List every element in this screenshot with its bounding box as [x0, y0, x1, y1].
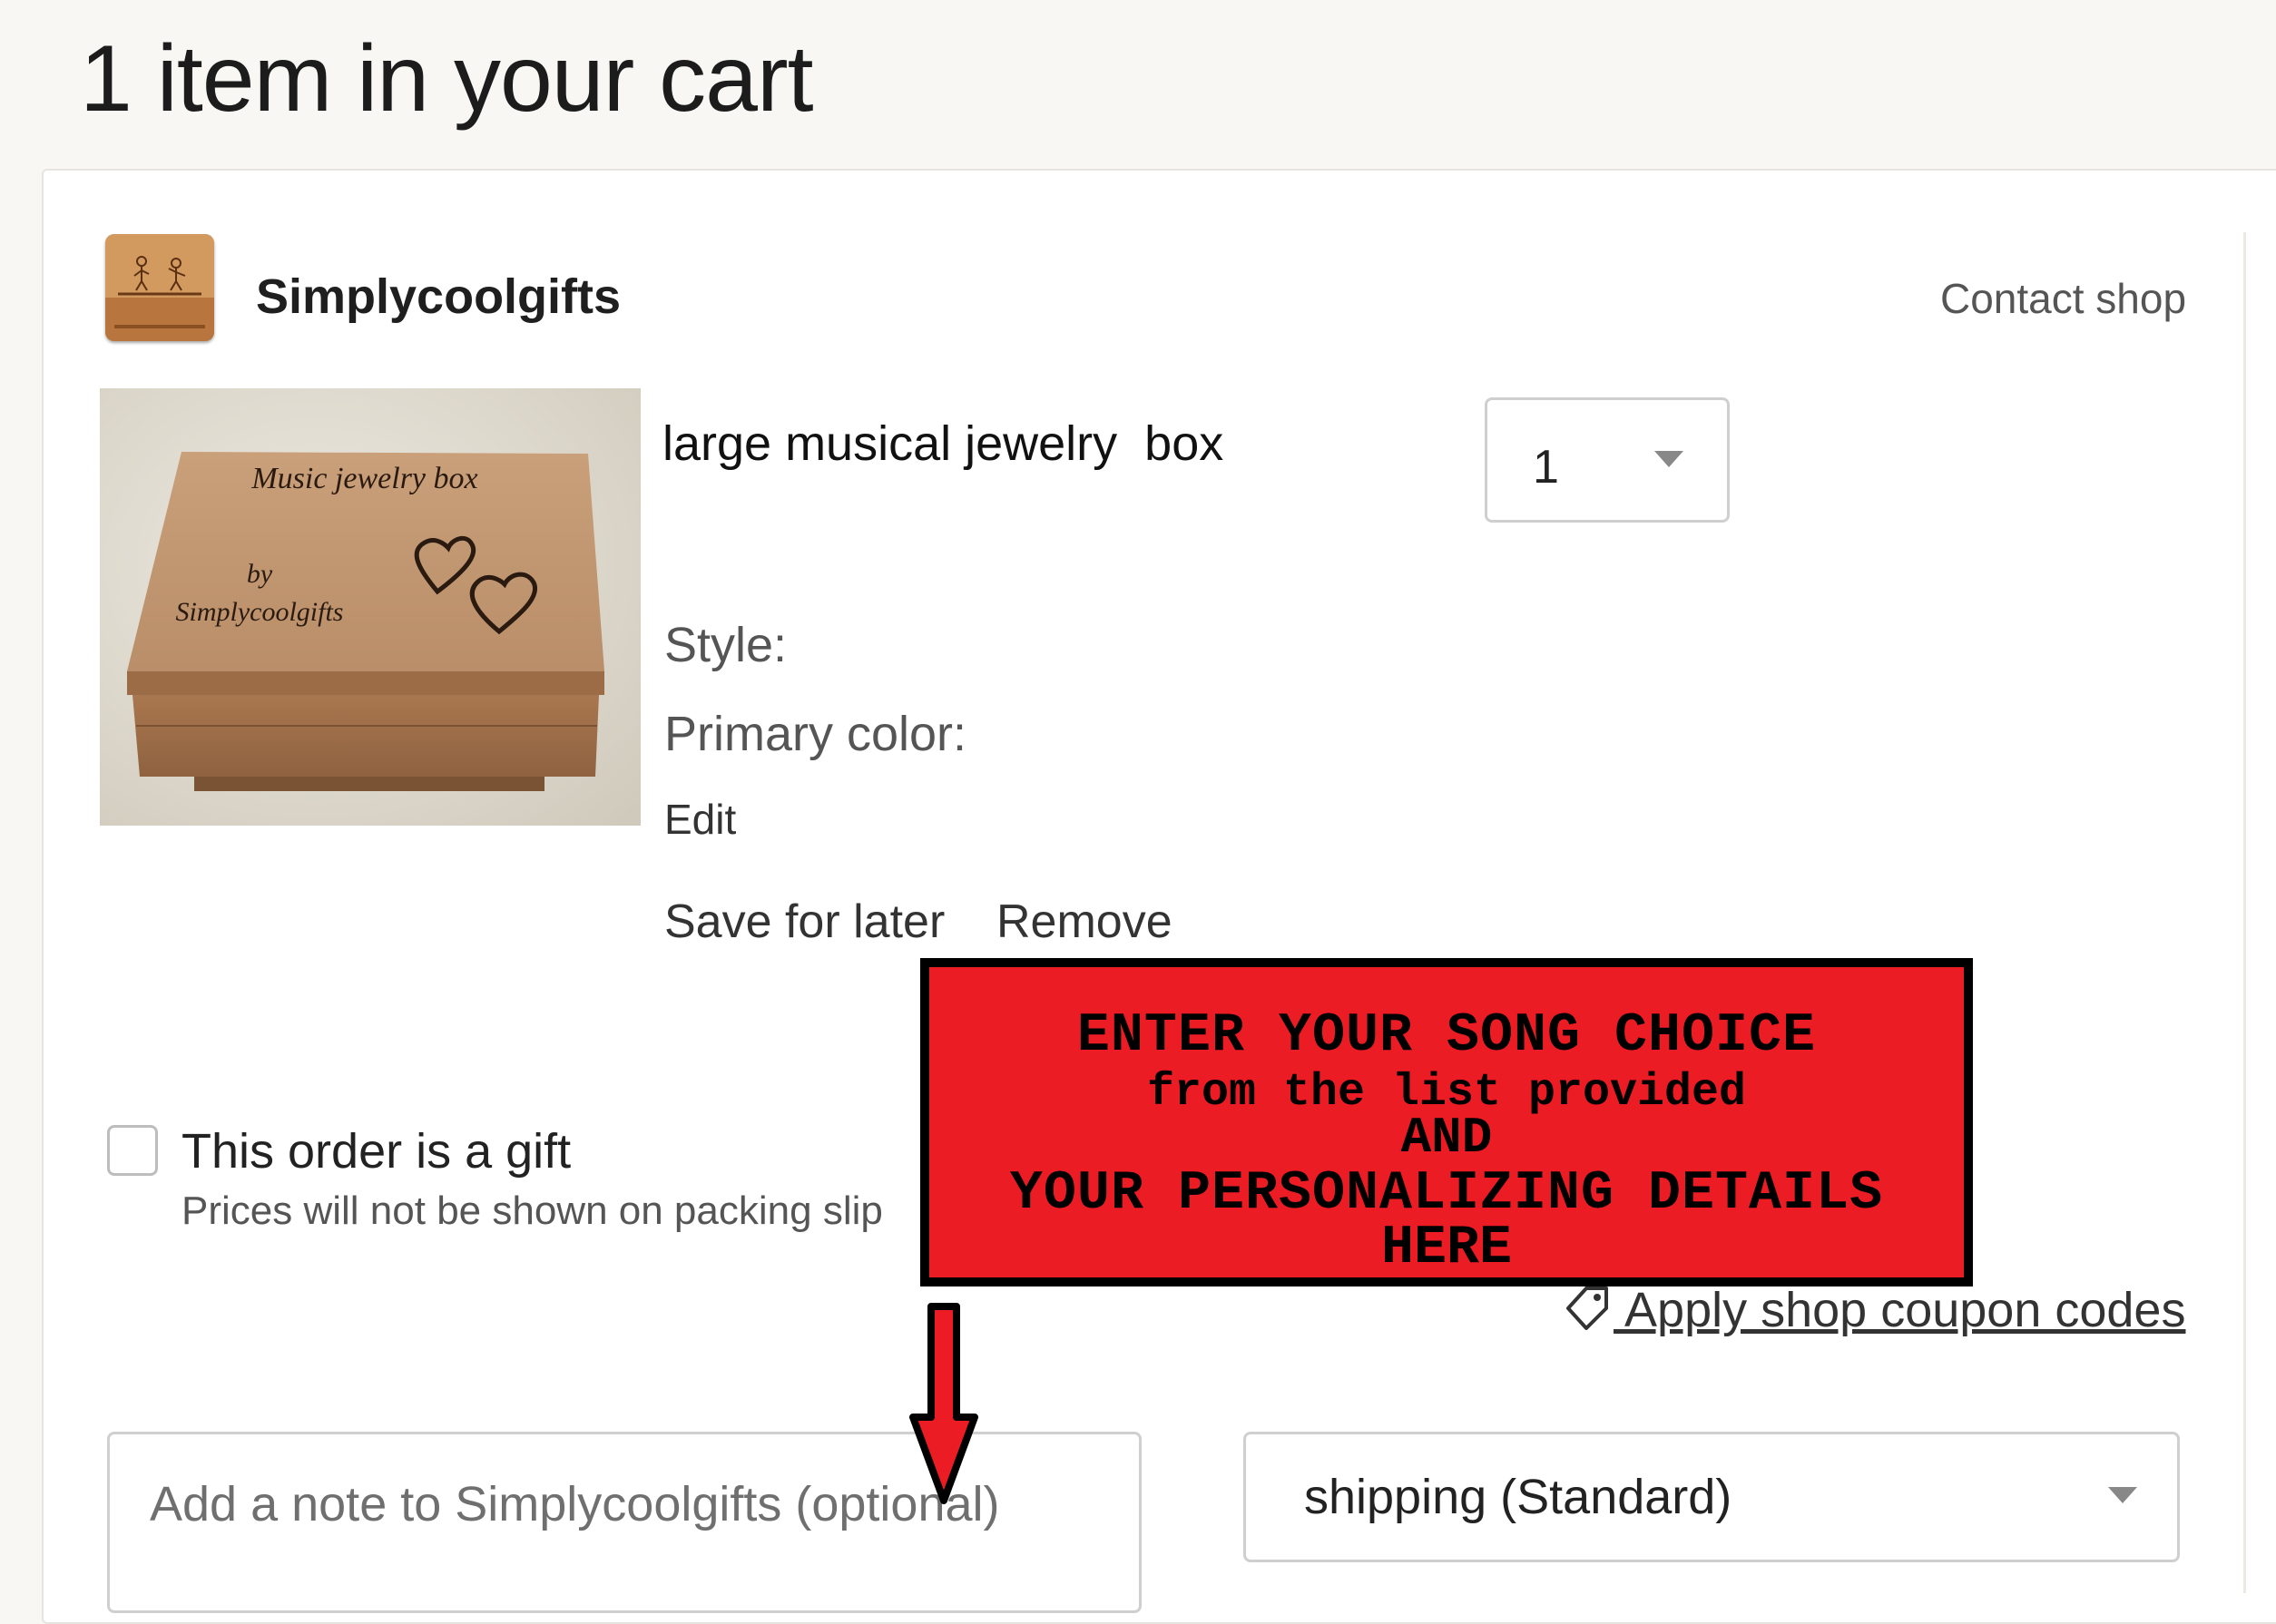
- shipping-select[interactable]: shipping (Standard): [1243, 1432, 2180, 1562]
- card-divider: [2243, 232, 2246, 1593]
- quantity-value: 1: [1533, 441, 1559, 494]
- gift-sublabel: Prices will not be shown on packing slip: [181, 1189, 883, 1233]
- remove-link[interactable]: Remove: [996, 895, 1172, 949]
- chevron-down-icon: [1654, 451, 1683, 467]
- thumbnail-text-title: Music jewelry box: [250, 462, 477, 495]
- shop-logo-icon: [105, 234, 214, 341]
- product-thumbnail[interactable]: Music jewelry box by Simplycoolgifts: [100, 388, 641, 826]
- banner-line-5: HERE: [1380, 1218, 1513, 1279]
- banner-line-4: YOUR PERSONALIZING DETAILS: [1009, 1163, 1884, 1225]
- contact-shop-link[interactable]: Contact shop: [1940, 274, 2186, 323]
- banner-line-1: ENTER YOUR SONG CHOICE: [1076, 1005, 1817, 1067]
- apply-coupon-label: Apply shop coupon codes: [1614, 1283, 2186, 1337]
- thumbnail-text-by: by: [247, 559, 273, 589]
- style-label: Style:: [664, 618, 788, 672]
- thumbnail-text-shop: Simplycoolgifts: [176, 597, 344, 627]
- chevron-down-icon: [2108, 1487, 2137, 1503]
- shipping-selected-value: shipping (Standard): [1304, 1470, 1732, 1524]
- banner-line-3: AND: [1400, 1109, 1493, 1167]
- edit-link[interactable]: Edit: [664, 795, 736, 844]
- save-for-later-link[interactable]: Save for later: [664, 895, 945, 949]
- product-title[interactable]: large musical jewelry box: [662, 416, 1223, 472]
- red-arrow-icon: [909, 1303, 978, 1504]
- note-to-shop-input[interactable]: [107, 1432, 1142, 1613]
- instruction-banner: ENTER YOUR SONG CHOICE from the list pro…: [920, 958, 1973, 1286]
- quantity-select[interactable]: 1: [1485, 397, 1730, 523]
- gift-label[interactable]: This order is a gift: [181, 1123, 571, 1179]
- tag-icon: [1566, 1286, 1608, 1330]
- apply-coupon-link[interactable]: Apply shop coupon codes: [1559, 1281, 2185, 1338]
- shop-avatar[interactable]: [105, 234, 214, 341]
- shop-name[interactable]: Simplycoolgifts: [256, 269, 621, 325]
- primary-color-label: Primary color:: [664, 707, 967, 761]
- jewelry-box-image: Music jewelry box by Simplycoolgifts: [127, 452, 604, 791]
- gift-checkbox[interactable]: [107, 1125, 158, 1176]
- page-title: 1 item in your cart: [80, 26, 814, 132]
